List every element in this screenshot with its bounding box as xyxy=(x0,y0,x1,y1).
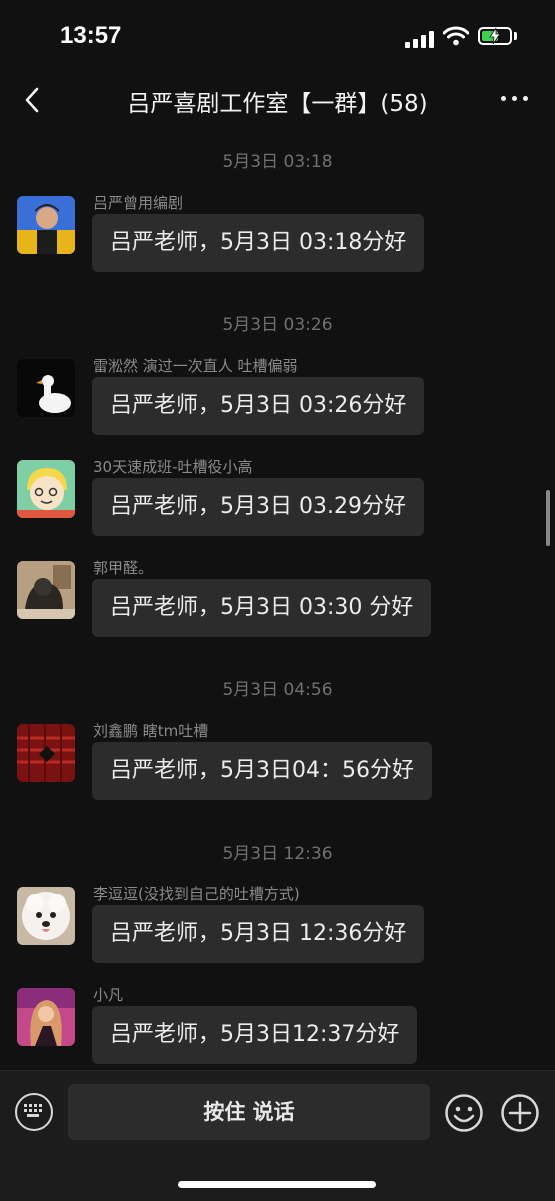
avatar[interactable] xyxy=(17,561,75,619)
emoji-icon[interactable] xyxy=(444,1093,484,1133)
keyboard-icon[interactable] xyxy=(15,1093,53,1131)
message-bubble[interactable]: 吕严老师，5月3日 03.29分好 xyxy=(92,478,424,536)
message-bubble[interactable]: 吕严老师，5月3日 03:26分好 xyxy=(92,377,425,435)
cellular-signal-icon xyxy=(405,30,435,48)
sender-name: 30天速成班-吐槽役小高 xyxy=(93,458,253,476)
message-bubble[interactable]: 吕严老师，5月3日 03:30 分好 xyxy=(92,579,432,637)
avatar[interactable] xyxy=(17,460,75,518)
avatar[interactable] xyxy=(17,988,75,1046)
hold-to-talk-button[interactable]: 按住 说话 xyxy=(68,1084,430,1140)
message-bubble[interactable]: 吕严老师，5月3日12:37分好 xyxy=(92,1006,418,1064)
message-bubble[interactable]: 吕严老师，5月3日 03:18分好 xyxy=(92,214,425,272)
sender-name: 小凡 xyxy=(93,986,124,1004)
sender-name: 郭甲醛。 xyxy=(93,559,154,577)
timestamp: 5月3日 12:36 xyxy=(222,844,333,864)
status-bar: 13:57 xyxy=(0,0,555,70)
sender-name: 李逗逗(没找到自己的吐槽方式) xyxy=(93,885,300,903)
timestamp: 5月3日 03:26 xyxy=(222,315,333,335)
wifi-icon xyxy=(443,26,469,46)
more-dots-icon[interactable] xyxy=(500,96,530,104)
home-indicator[interactable] xyxy=(178,1181,376,1188)
avatar[interactable] xyxy=(17,724,75,782)
message-list[interactable]: 5月3日 03:18 吕严曾用编剧 吕严老师，5月3日 03:18分好 5月3日… xyxy=(0,130,555,1070)
chat-header: 吕严喜剧工作室【一群】(58) xyxy=(0,70,555,130)
sender-name: 刘鑫鹏 瞎tm吐槽 xyxy=(93,722,209,740)
sender-name: 吕严曾用编剧 xyxy=(93,194,184,212)
status-time: 13:57 xyxy=(60,22,122,49)
message-bubble[interactable]: 吕严老师，5月3日04：56分好 xyxy=(92,742,432,800)
chat-title: 吕严喜剧工作室【一群】(58) xyxy=(127,91,428,117)
avatar[interactable] xyxy=(17,196,75,254)
avatar[interactable] xyxy=(17,887,75,945)
scrollbar[interactable] xyxy=(546,490,550,546)
timestamp: 5月3日 03:18 xyxy=(222,152,333,172)
message-bubble[interactable]: 吕严老师，5月3日 12:36分好 xyxy=(92,905,425,963)
charging-bolt-icon xyxy=(489,28,501,44)
chevron-left-icon[interactable] xyxy=(22,86,44,114)
battery-tip xyxy=(514,32,517,40)
sender-name: 雷淞然 演过一次直人 吐槽偏弱 xyxy=(93,357,298,375)
timestamp: 5月3日 04:56 xyxy=(222,680,333,700)
plus-icon[interactable] xyxy=(500,1093,540,1133)
avatar[interactable] xyxy=(17,359,75,417)
